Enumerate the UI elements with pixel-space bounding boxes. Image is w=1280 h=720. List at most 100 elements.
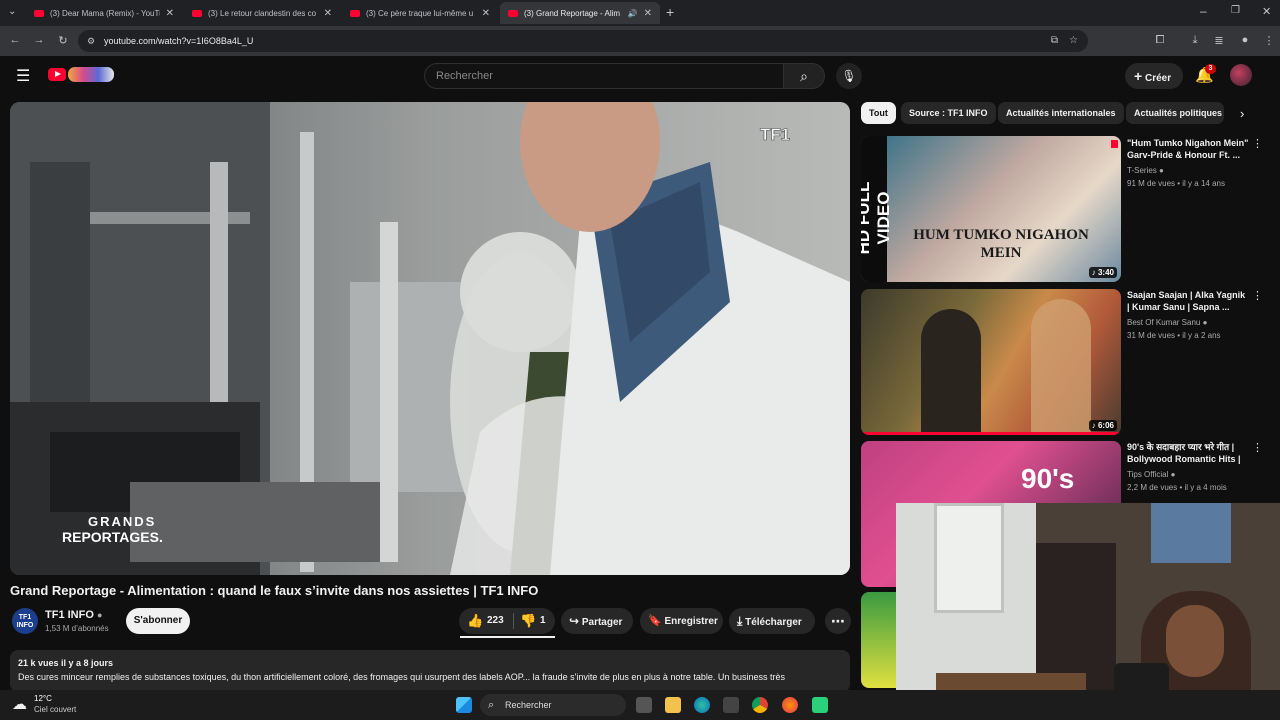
more-options-icon[interactable]: ⋮ xyxy=(1252,441,1263,454)
search-button[interactable]: ⌕ xyxy=(783,63,825,89)
chip-politique[interactable]: Actualités politiques xyxy=(1126,102,1224,124)
download-arrow-icon: ⤓ xyxy=(737,614,743,628)
subscribe-button[interactable]: S'abonner xyxy=(126,608,190,634)
firefox-browser-icon[interactable] xyxy=(782,697,798,713)
extensions-icon[interactable]: ⧠ xyxy=(1153,34,1167,47)
watched-progress-bar xyxy=(861,432,1121,435)
share-icon: ↪ xyxy=(569,614,580,628)
close-icon[interactable]: ✕ xyxy=(324,8,332,19)
youtube-header: ☰ Rechercher ⌕ 🎙 + Créer 🔔 3 xyxy=(0,56,1280,96)
youtube-favicon-icon xyxy=(350,9,360,17)
search-icon: ⌕ xyxy=(800,68,808,84)
show-watermark-line2: REPORTAGES. xyxy=(62,529,163,545)
notification-badge: 3 xyxy=(1205,64,1216,74)
browser-tab-1[interactable]: (3) Dear Mama (Remix) - YouTu ✕ xyxy=(26,2,182,24)
bookmark-icon: 🔖 xyxy=(648,615,662,627)
recommended-thumb-4[interactable] xyxy=(861,592,897,688)
save-button[interactable]: 🔖 Enregistrer xyxy=(640,608,723,634)
recommended-channel-1[interactable]: T-Series ● xyxy=(1127,166,1164,175)
window-close-icon[interactable]: ✕ xyxy=(1262,5,1271,18)
chevron-right-icon[interactable]: › xyxy=(1240,106,1244,121)
hamburger-menu-icon[interactable]: ☰ xyxy=(16,66,30,86)
more-actions-icon[interactable]: ⋯ xyxy=(825,608,851,634)
verified-check-icon: ● xyxy=(96,610,103,620)
url-field[interactable]: ⚙ youtube.com/watch?v=1I6O8Ba4L_U ⧉ ☆ xyxy=(78,30,1088,52)
create-button[interactable]: + Créer xyxy=(1125,63,1183,89)
weather-condition[interactable]: Ciel couvert xyxy=(34,705,76,714)
channel-avatar[interactable]: TF1 INFO xyxy=(12,608,38,634)
recommended-title-2[interactable]: Saajan Saajan | Alka Yagnik | Kumar Sanu… xyxy=(1127,289,1249,313)
recommended-meta-1: 91 M de vues • il y a 14 ans xyxy=(1127,179,1225,188)
reload-icon[interactable]: ↻ xyxy=(56,34,70,47)
media-control-icon[interactable]: ≣ xyxy=(1212,34,1226,47)
browser-tab-3[interactable]: (3) Ce père traque lui-même u ✕ xyxy=(342,2,498,24)
search-icon: ⌕ xyxy=(488,699,495,711)
bookmark-star-icon[interactable]: ☆ xyxy=(1069,30,1078,52)
chip-tout[interactable]: Tout xyxy=(861,102,896,124)
recommended-thumb-1[interactable]: HD FULL VIDEO HUM TUMKO NIGAHON MEIN ♪ 3… xyxy=(861,136,1121,282)
youtube-logo-icon[interactable] xyxy=(48,68,66,81)
description-box[interactable]: 21 k vues il y a 8 jours Des cures mince… xyxy=(10,650,850,692)
edge-browser-icon[interactable] xyxy=(694,697,710,713)
recommended-channel-3[interactable]: Tips Official ● xyxy=(1127,470,1175,479)
more-options-icon[interactable]: ⋮ xyxy=(1252,137,1263,150)
dislike-count[interactable]: 1 xyxy=(540,608,546,634)
thumbs-up-icon[interactable]: 👍 xyxy=(467,608,483,634)
recommended-title-1[interactable]: "Hum Tumko Nigahon Mein" Garv-Pride & Ho… xyxy=(1127,137,1249,161)
like-count[interactable]: 223 xyxy=(487,608,504,634)
youtube-favicon-icon xyxy=(34,9,44,17)
store-icon[interactable] xyxy=(723,697,739,713)
speaker-icon[interactable]: 🔊 xyxy=(628,9,638,18)
download-icon[interactable]: ⤓ xyxy=(1188,34,1202,47)
minimize-icon[interactable]: – xyxy=(1200,4,1207,18)
windows-start-icon[interactable] xyxy=(456,697,472,713)
thumb-title-text: HUM TUMKO NIGAHON MEIN xyxy=(913,227,1089,261)
site-info-icon[interactable]: ⚙ xyxy=(87,30,95,52)
account-avatar[interactable] xyxy=(1230,64,1252,86)
file-explorer-icon[interactable] xyxy=(665,697,681,713)
voice-search-button[interactable]: 🎙 xyxy=(836,63,862,89)
back-icon[interactable]: ← xyxy=(8,34,22,46)
browser-tab-2[interactable]: (3) Le retour clandestin des co ✕ xyxy=(184,2,340,24)
channel-name[interactable]: TF1 INFO ● xyxy=(45,609,102,621)
thumbs-down-icon[interactable]: 👎 xyxy=(520,608,536,634)
task-view-icon[interactable] xyxy=(636,697,652,713)
webcam-poster xyxy=(1151,503,1231,563)
share-button[interactable]: ↪ Partager xyxy=(561,608,633,634)
recommended-channel-2[interactable]: Best Of Kumar Sanu ● xyxy=(1127,318,1207,327)
chip-source[interactable]: Source : TF1 INFO xyxy=(901,102,996,124)
verified-check-icon: ● xyxy=(1202,318,1208,327)
browser-tab-4-active[interactable]: (3) Grand Reportage - Alim 🔊 ✕ xyxy=(500,2,660,24)
weather-temperature[interactable]: 12°C xyxy=(34,694,52,703)
video-player[interactable]: TF1 GRANDS REPORTAGES. xyxy=(10,102,850,575)
close-icon[interactable]: ✕ xyxy=(166,8,174,19)
chrome-browser-icon[interactable] xyxy=(752,697,768,713)
chip-international[interactable]: Actualités internationales xyxy=(998,102,1124,124)
recommended-title-3[interactable]: 90's के सदाबहार प्यार भरे गीत | Bollywoo… xyxy=(1127,441,1249,465)
youtube-favicon-icon xyxy=(192,9,202,17)
like-ratio-bar xyxy=(460,636,555,638)
profile-icon[interactable]: ● xyxy=(1238,34,1252,46)
chrome-menu-icon[interactable]: ⋮ xyxy=(1262,34,1276,47)
new-tab-icon[interactable]: + xyxy=(666,4,674,20)
maximize-icon[interactable]: ❐ xyxy=(1231,5,1240,16)
close-icon[interactable]: ✕ xyxy=(644,8,652,19)
tab-search-icon[interactable]: ⌄ xyxy=(8,6,16,17)
cast-icon[interactable]: ⧉ xyxy=(1051,30,1058,52)
app-icon[interactable] xyxy=(812,697,828,713)
download-button[interactable]: ⤓ Télécharger xyxy=(729,608,815,634)
close-icon[interactable]: ✕ xyxy=(482,8,490,19)
browser-tab-strip: ⌄ (3) Dear Mama (Remix) - YouTu ✕ (3) Le… xyxy=(0,0,1280,26)
more-options-icon[interactable]: ⋮ xyxy=(1252,289,1263,302)
video-title: Grand Reportage - Alimentation : quand l… xyxy=(10,583,539,598)
search-input[interactable]: Rechercher xyxy=(424,63,784,89)
webcam-overlay xyxy=(896,503,1280,720)
thumb-figure xyxy=(921,309,981,435)
microphone-icon: 🎙 xyxy=(841,69,857,83)
doodle-logo-icon[interactable] xyxy=(68,67,114,82)
description-text: Des cures minceur remplies de substances… xyxy=(18,672,785,682)
forward-icon[interactable]: → xyxy=(32,34,46,46)
recommended-thumb-2[interactable]: ♪ 6:06 xyxy=(861,289,1121,435)
taskbar-search[interactable]: ⌕ Rechercher xyxy=(480,694,626,716)
webcam-face xyxy=(1166,605,1224,677)
